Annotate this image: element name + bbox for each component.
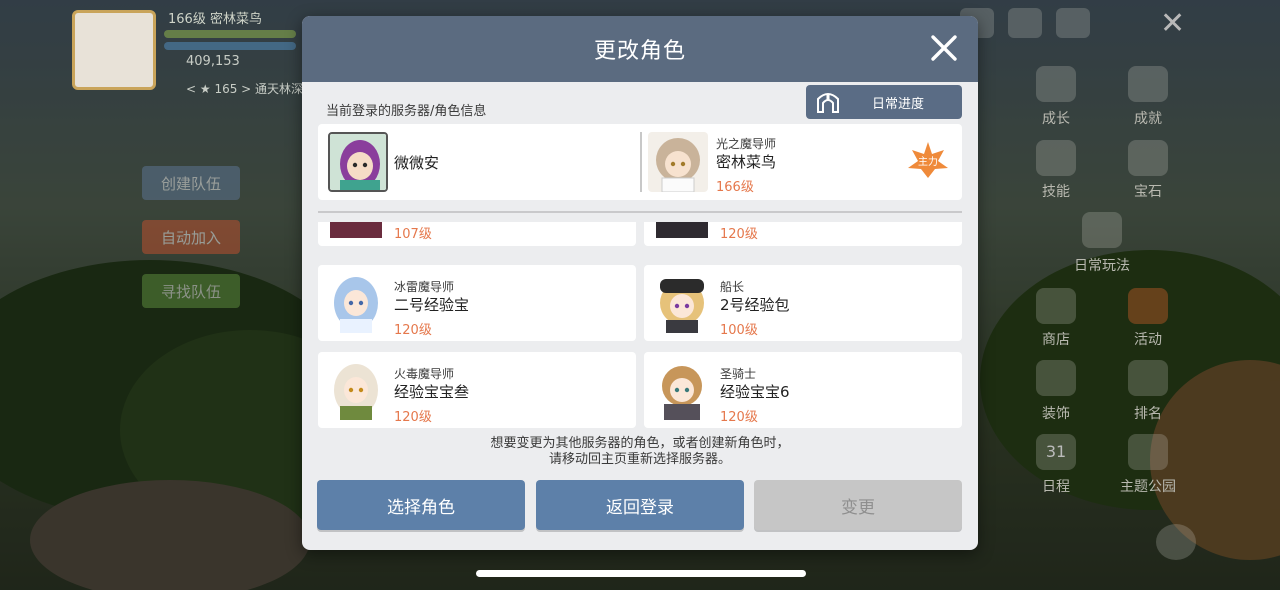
server-portrait bbox=[328, 132, 388, 192]
event-icon[interactable] bbox=[1128, 288, 1168, 324]
server-name: 微微安 bbox=[394, 154, 440, 172]
character-portrait bbox=[326, 273, 386, 333]
character-portrait bbox=[326, 360, 386, 420]
daily-progress-label: 日常进度 bbox=[872, 96, 925, 112]
character-portrait bbox=[652, 273, 712, 333]
menu-growth[interactable]: 成长 bbox=[1016, 108, 1096, 128]
notice-line-2: 请移动回主页重新选择服务器。 bbox=[548, 452, 731, 467]
menu-gem[interactable]: 宝石 bbox=[1108, 181, 1188, 201]
menu-shop[interactable]: 商店 bbox=[1016, 329, 1096, 349]
character-portrait bbox=[652, 360, 712, 420]
character-level: 107级 bbox=[394, 227, 432, 242]
daily-content-icon[interactable] bbox=[1082, 212, 1122, 248]
character-job: 火毒魔导师 bbox=[394, 367, 455, 381]
temple-gate-icon bbox=[817, 93, 839, 113]
character-name: 经验宝宝叁 bbox=[394, 383, 470, 401]
character-name: 2号经验包 bbox=[720, 296, 790, 314]
character-level: 100级 bbox=[720, 323, 758, 338]
current-character-level: 166级 bbox=[716, 180, 754, 195]
main-badge-text: 主力 bbox=[918, 155, 938, 168]
change-button[interactable]: 变更 bbox=[754, 480, 962, 530]
character-level: 120级 bbox=[394, 410, 432, 425]
character-name: 二号经验宝 bbox=[394, 296, 470, 314]
character-level: 120级 bbox=[720, 227, 758, 242]
top-icon-bar bbox=[960, 8, 1090, 38]
menu-achievement[interactable]: 成就 bbox=[1108, 108, 1188, 128]
achievement-icon[interactable] bbox=[1128, 66, 1168, 102]
theme-park-icon[interactable] bbox=[1128, 434, 1168, 470]
shop-icon[interactable] bbox=[1036, 288, 1076, 324]
find-team-button[interactable]: 寻找队伍 bbox=[142, 274, 240, 308]
menu-schedule[interactable]: 日程 bbox=[1016, 476, 1096, 496]
character-card[interactable]: 船长 2号经验包 100级 bbox=[644, 265, 962, 341]
current-character-name: 密林菜鸟 bbox=[716, 153, 777, 171]
panel-divider bbox=[640, 132, 642, 192]
calendar-icon[interactable]: 31 bbox=[1036, 434, 1076, 470]
combat-power: 409,153 bbox=[186, 54, 240, 69]
menu-decoration[interactable]: 装饰 bbox=[1016, 403, 1096, 423]
current-character-job: 光之魔导师 bbox=[716, 137, 777, 151]
character-level: 120级 bbox=[394, 323, 432, 338]
main-character-badge: 主力 bbox=[906, 140, 950, 180]
server-change-notice: 想要变更为其他服务器的角色，或者创建新角色时， 请移动回主页重新选择服务器。 bbox=[302, 436, 978, 468]
settings-gear-icon[interactable] bbox=[1156, 524, 1196, 560]
change-character-dialog: 更改角色 当前登录的服务器/角色信息 日常进度 微微安 光之魔导师 密林菜鸟 1… bbox=[302, 16, 978, 550]
character-name: 经验宝宝6 bbox=[720, 383, 790, 401]
current-character-portrait bbox=[648, 132, 708, 192]
guild-icon[interactable] bbox=[1008, 8, 1042, 38]
character-portrait bbox=[326, 222, 386, 238]
list-separator bbox=[318, 211, 962, 213]
ranking-trophy-icon[interactable] bbox=[1128, 360, 1168, 396]
character-list[interactable]: 107级 120级 冰雷魔导师 二号经验宝 120级 船长 2号经验包 100级… bbox=[318, 222, 962, 428]
menu-daily-content[interactable]: 日常玩法 bbox=[1062, 255, 1142, 275]
menu-theme-park[interactable]: 主题公园 bbox=[1108, 476, 1188, 496]
notice-line-1: 想要变更为其他服务器的角色，或者创建新角色时， bbox=[490, 436, 790, 451]
growth-icon[interactable] bbox=[1036, 66, 1076, 102]
daily-progress-button[interactable]: 日常进度 bbox=[806, 85, 962, 119]
home-indicator[interactable] bbox=[476, 570, 806, 577]
character-card[interactable]: 圣骑士 经验宝宝6 120级 bbox=[644, 352, 962, 428]
character-job: 圣骑士 bbox=[720, 367, 757, 381]
auto-join-button[interactable]: 自动加入 bbox=[142, 220, 240, 254]
character-card[interactable]: 火毒魔导师 经验宝宝叁 120级 bbox=[318, 352, 636, 428]
notification-bell-icon[interactable] bbox=[1056, 8, 1090, 38]
menu-ranking[interactable]: 排名 bbox=[1108, 403, 1188, 423]
dialog-title: 更改角色 bbox=[593, 39, 686, 64]
create-team-button[interactable]: 创建队伍 bbox=[142, 166, 240, 200]
select-character-button[interactable]: 选择角色 bbox=[317, 480, 525, 530]
menu-event[interactable]: 活动 bbox=[1108, 329, 1188, 349]
dialog-header: 更改角色 bbox=[302, 16, 978, 82]
gem-icon[interactable] bbox=[1128, 140, 1168, 176]
skill-icon[interactable] bbox=[1036, 140, 1076, 176]
character-card[interactable]: 107级 bbox=[318, 222, 636, 246]
current-login-panel: 微微安 光之魔导师 密林菜鸟 166级 主力 bbox=[318, 124, 962, 200]
character-card[interactable]: 冰雷魔导师 二号经验宝 120级 bbox=[318, 265, 636, 341]
character-portrait bbox=[652, 222, 712, 238]
close-button[interactable] bbox=[928, 32, 960, 64]
player-name: 166级 密林菜鸟 bbox=[168, 12, 262, 27]
mp-bar bbox=[164, 42, 296, 50]
server-info-label: 当前登录的服务器/角色信息 bbox=[326, 104, 487, 119]
menu-skill[interactable]: 技能 bbox=[1016, 181, 1096, 201]
character-job: 冰雷魔导师 bbox=[394, 280, 455, 294]
character-card[interactable]: 120级 bbox=[644, 222, 962, 246]
character-job: 船长 bbox=[720, 280, 745, 294]
player-avatar[interactable] bbox=[72, 10, 156, 90]
decoration-icon[interactable] bbox=[1036, 360, 1076, 396]
back-to-login-button[interactable]: 返回登录 bbox=[536, 480, 744, 530]
close-icon[interactable]: ✕ bbox=[1160, 6, 1185, 41]
character-level: 120级 bbox=[720, 410, 758, 425]
hp-bar bbox=[164, 30, 296, 38]
close-icon bbox=[931, 35, 957, 61]
map-location[interactable]: < ★ 165 > 通天林深处 bbox=[186, 80, 315, 97]
